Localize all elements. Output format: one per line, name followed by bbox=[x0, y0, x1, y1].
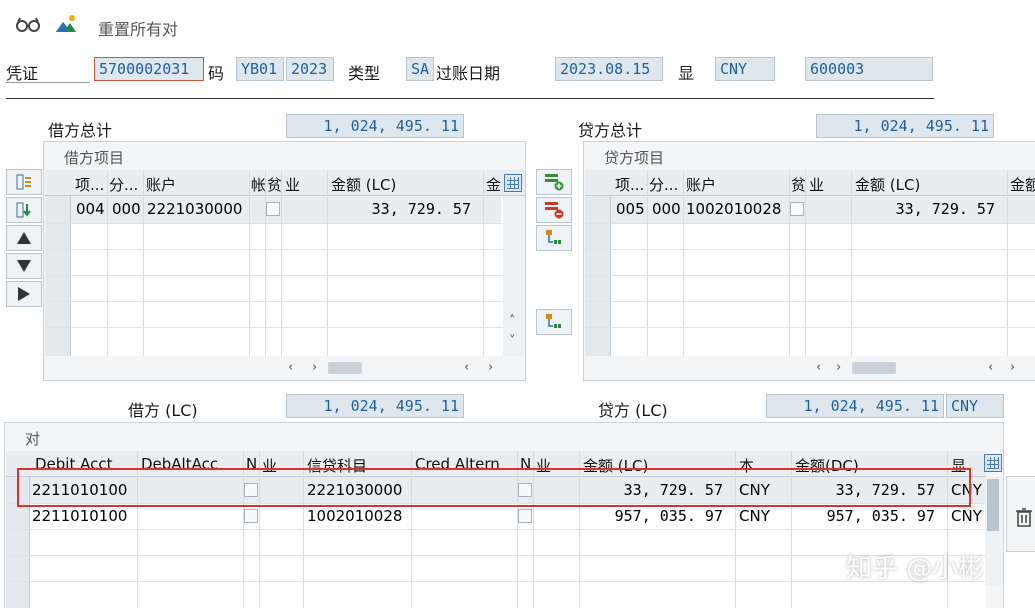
scroll-right-end-icon[interactable]: › bbox=[488, 360, 493, 375]
debit-items-panel: 借方项目 项... 分... 账户 帐 贫 业 金额 (LC) 金 004 00… bbox=[43, 141, 526, 381]
table-row-sub[interactable]: 000 bbox=[112, 200, 141, 218]
scroll-left-icon[interactable]: ‹ bbox=[288, 360, 293, 375]
debit-items-table: 项... 分... 账户 帐 贫 业 金额 (LC) 金 004 000 222… bbox=[45, 170, 525, 356]
table-row-checkbox[interactable] bbox=[790, 202, 804, 216]
credit-total-field: 1, 024, 495. 11 bbox=[816, 114, 994, 138]
header-divider bbox=[6, 98, 934, 99]
mountain-icon[interactable] bbox=[54, 12, 78, 36]
table-row-amount[interactable]: 33, 729. 57 bbox=[855, 200, 995, 218]
table-row-checkbox[interactable] bbox=[244, 509, 258, 523]
assign-down-button[interactable] bbox=[6, 197, 42, 223]
highlight-box bbox=[17, 468, 971, 507]
scroll-up-icon[interactable]: ˄ bbox=[509, 314, 516, 329]
debit-lc-field: 1, 024, 495. 11 bbox=[286, 394, 464, 418]
column-layout-icon[interactable] bbox=[984, 454, 1002, 472]
col-account[interactable]: 账户 bbox=[146, 174, 246, 195]
credit-lc-field: 1, 024, 495. 11 bbox=[766, 394, 944, 418]
type-label: 类型 bbox=[348, 64, 381, 83]
remove-row-button[interactable] bbox=[536, 197, 572, 223]
distribute-button[interactable] bbox=[536, 225, 572, 251]
posting-date-field[interactable]: 2023.08.15 bbox=[555, 57, 663, 81]
doc-number-field-underline bbox=[6, 82, 90, 83]
company-code-field[interactable]: YB01 bbox=[236, 57, 284, 81]
credit-items-title: 贷方项目 bbox=[604, 149, 665, 167]
table-row-amount-lc[interactable]: 957, 035. 97 bbox=[583, 507, 723, 525]
table-row-currency[interactable]: CNY bbox=[739, 507, 770, 525]
vertical-scroll-thumb[interactable] bbox=[987, 479, 999, 531]
col-sub[interactable]: 分... bbox=[649, 174, 683, 195]
col-business[interactable]: 业 bbox=[809, 174, 849, 195]
column-layout-icon[interactable] bbox=[504, 174, 522, 192]
col-item[interactable]: 项... bbox=[615, 174, 647, 195]
credit-items-panel: 贷方项目 项... 分... 账户 贫 业 金额 (LC) 金额 005 000… bbox=[583, 141, 1035, 381]
debit-total-field: 1, 024, 495. 11 bbox=[286, 114, 464, 138]
trash-icon bbox=[1015, 507, 1033, 531]
currency-field[interactable]: CNY bbox=[715, 57, 775, 81]
ref-value-field[interactable]: 600003 bbox=[805, 57, 933, 81]
col-amount[interactable]: 金额 bbox=[1010, 174, 1035, 195]
glasses-icon[interactable] bbox=[14, 14, 42, 34]
table-row-display-currency[interactable]: CNY bbox=[951, 507, 985, 525]
credit-lc-label: 贷方 (LC) bbox=[598, 401, 668, 420]
col-amount-lc[interactable]: 金额 (LC) bbox=[331, 174, 481, 195]
vertical-scrollbar[interactable]: ˄ ˅ bbox=[503, 196, 525, 356]
table-row-account[interactable]: 1002010028 bbox=[686, 200, 781, 218]
move-down-button[interactable] bbox=[6, 253, 42, 279]
doc-number-field[interactable]: 5700002031 bbox=[94, 57, 204, 81]
table-row-item[interactable]: 005 bbox=[616, 200, 645, 218]
watermark: 知乎 @小彬 bbox=[846, 554, 985, 584]
debit-items-title: 借方项目 bbox=[64, 149, 125, 167]
vertical-scrollbar[interactable] bbox=[985, 477, 1001, 585]
scroll-right-end-icon[interactable]: › bbox=[1010, 360, 1015, 375]
table-row-credit-acct[interactable]: 1002010028 bbox=[307, 507, 402, 525]
table-row-amount[interactable]: 33, 729. 57 bbox=[331, 200, 471, 218]
display-label: 显 bbox=[678, 64, 695, 83]
scroll-right-icon[interactable]: › bbox=[312, 360, 317, 375]
toolbar: 重置所有对 bbox=[0, 0, 1035, 50]
debit-total-label: 借方总计 bbox=[48, 121, 113, 140]
table-row-amount-dc[interactable]: 957, 035. 97 bbox=[795, 507, 935, 525]
fiscal-year-field[interactable]: 2023 bbox=[286, 57, 334, 81]
doc-label: 凭证 bbox=[6, 64, 39, 83]
table-row-sub[interactable]: 000 bbox=[652, 200, 681, 218]
scroll-down-icon[interactable]: ˅ bbox=[509, 334, 516, 349]
scroll-left-end-icon[interactable]: ‹ bbox=[464, 360, 469, 375]
scroll-right-icon[interactable]: › bbox=[836, 360, 841, 375]
add-row-button[interactable] bbox=[536, 169, 572, 195]
col-amount[interactable]: 金 bbox=[486, 174, 504, 195]
col-item[interactable]: 项... bbox=[75, 174, 107, 195]
move-up-button[interactable] bbox=[6, 225, 42, 251]
scroll-left-icon[interactable]: ‹ bbox=[816, 360, 821, 375]
credit-total-label: 贷方总计 bbox=[578, 121, 643, 140]
posting-date-label: 过账日期 bbox=[436, 64, 501, 83]
distribute-alt-button[interactable] bbox=[536, 309, 572, 335]
matching-title: 对 bbox=[25, 430, 41, 448]
doc-type-field[interactable]: SA bbox=[406, 57, 434, 81]
reset-all-button[interactable]: 重置所有对 bbox=[98, 16, 178, 40]
table-row-checkbox[interactable] bbox=[266, 202, 280, 216]
table-row-checkbox[interactable] bbox=[518, 509, 532, 523]
col-amount-lc[interactable]: 金额 (LC) bbox=[855, 174, 1005, 195]
horizontal-scroll-thumb[interactable] bbox=[328, 362, 362, 374]
delete-button[interactable] bbox=[1006, 476, 1035, 552]
move-right-button[interactable] bbox=[6, 281, 42, 307]
col-sub[interactable]: 分... bbox=[109, 174, 143, 195]
col-note[interactable]: 帐 bbox=[251, 174, 265, 195]
table-row-item[interactable]: 004 bbox=[76, 200, 105, 218]
horizontal-scroll-thumb[interactable] bbox=[852, 362, 896, 374]
table-row-debit-acct[interactable]: 2211010100 bbox=[32, 507, 127, 525]
table-row-account[interactable]: 2221030000 bbox=[147, 200, 242, 218]
scroll-left-end-icon[interactable]: ‹ bbox=[988, 360, 993, 375]
debit-lc-label: 借方 (LC) bbox=[128, 401, 198, 420]
col-account[interactable]: 账户 bbox=[686, 174, 786, 195]
assign-button[interactable] bbox=[6, 169, 42, 195]
code-label: 码 bbox=[208, 64, 225, 83]
col-poor[interactable]: 贫 bbox=[791, 174, 805, 195]
credit-items-table: 项... 分... 账户 贫 业 金额 (LC) 金额 005 000 1002… bbox=[585, 170, 1035, 356]
col-business[interactable]: 业 bbox=[285, 174, 325, 195]
credit-lc-currency-field: CNY bbox=[946, 394, 1004, 418]
col-poor[interactable]: 贫 bbox=[267, 174, 281, 195]
